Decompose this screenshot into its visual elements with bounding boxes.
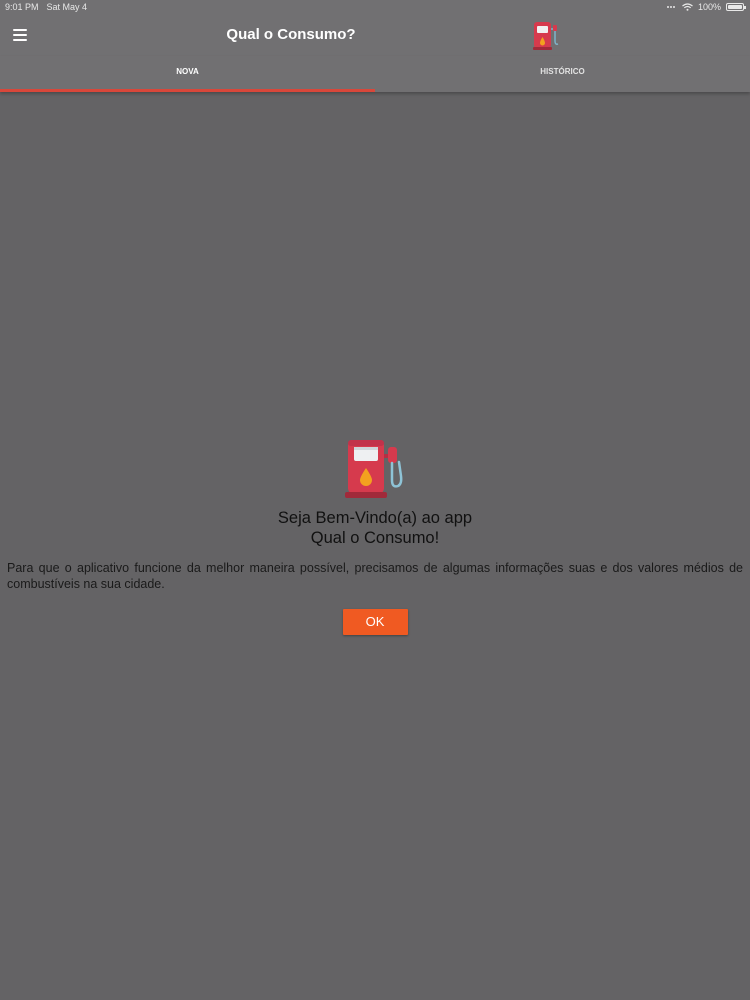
app-screen: 9:01 PM Sat May 4 100% Qual o Consumo? N…: [0, 0, 750, 1000]
status-left: 9:01 PM Sat May 4: [5, 2, 87, 12]
tab-historico-label: HISTÓRICO: [540, 67, 585, 76]
welcome-title-line1: Seja Bem-Vindo(a) ao app: [277, 509, 473, 527]
welcome-title-line2: Qual o Consumo!: [310, 529, 440, 547]
battery-percent: 100%: [697, 2, 721, 12]
tab-nova[interactable]: NOVA: [0, 56, 375, 92]
tab-historico[interactable]: HISTÓRICO: [375, 56, 750, 92]
app-bar: Qual o Consumo?: [0, 14, 750, 56]
battery-fill: [728, 5, 742, 9]
tab-bar: NOVA HISTÓRICO: [0, 56, 750, 92]
welcome-title: Seja Bem-Vindo(a) ao app Qual o Consumo!: [0, 508, 750, 548]
status-time: 9:01 PM: [5, 2, 39, 12]
welcome-panel: Seja Bem-Vindo(a) ao app Qual o Consumo!…: [0, 438, 750, 635]
signal-icon: [666, 6, 675, 8]
status-right: 100%: [666, 2, 746, 12]
fuel-pump-icon: [345, 440, 403, 498]
tab-nova-label: NOVA: [176, 67, 199, 76]
app-title: Qual o Consumo?: [226, 26, 356, 43]
status-bar: 9:01 PM Sat May 4 100%: [0, 0, 750, 14]
battery-icon: [726, 3, 746, 11]
ok-button[interactable]: OK: [342, 609, 408, 635]
wifi-icon: [682, 3, 693, 11]
status-date: Sat May 4: [46, 2, 88, 12]
fuel-pump-icon: [533, 22, 559, 50]
welcome-message: Para que o aplicativo funcione da melhor…: [7, 561, 743, 591]
